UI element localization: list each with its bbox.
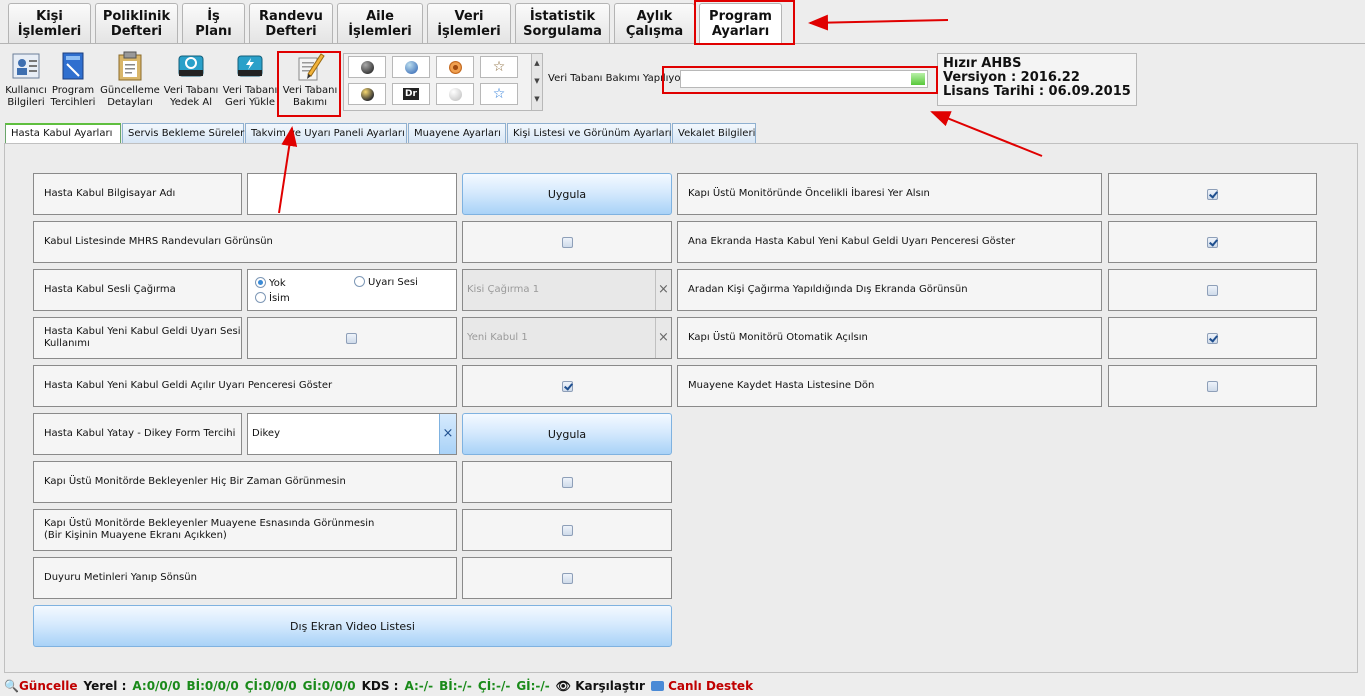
annotation-arrows: [278, 14, 1043, 214]
compare-link[interactable]: 👁 Karşılaştır: [556, 679, 645, 693]
update-link[interactable]: 🔍Güncelle: [4, 679, 78, 693]
search-icon: 🔍: [4, 679, 19, 693]
eye-icon: 👁: [555, 679, 572, 693]
chat-icon: [650, 681, 664, 691]
live-support-link[interactable]: Canlı Destek: [650, 679, 753, 693]
status-bar: 🔍Güncelle Yerel : A:0/0/0 Bİ:0/0/0 Çİ:0/…: [4, 679, 754, 693]
